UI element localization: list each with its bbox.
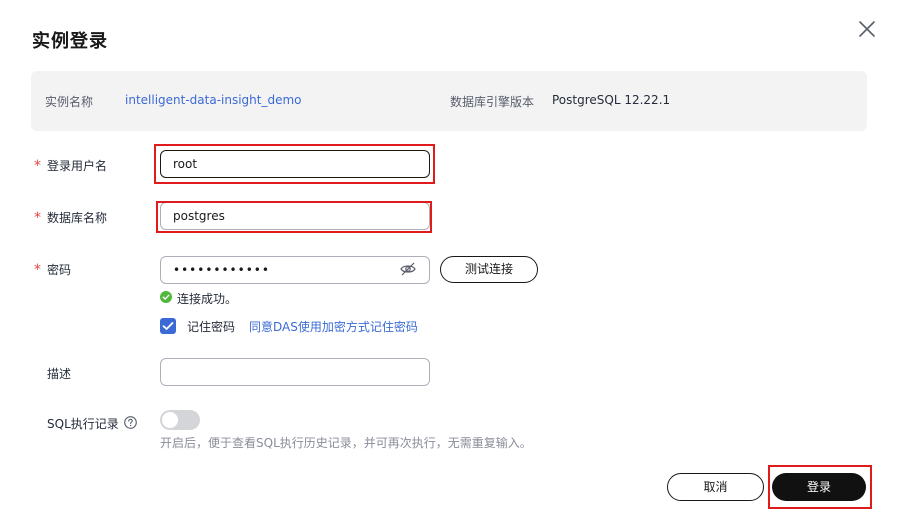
description-input[interactable] xyxy=(160,358,430,386)
test-connection-button[interactable]: 测试连接 xyxy=(440,256,538,283)
cancel-button[interactable]: 取消 xyxy=(667,473,764,501)
checkmark-icon xyxy=(162,322,174,330)
engine-version-label: 数据库引擎版本 xyxy=(450,95,535,109)
description-label: 描述 xyxy=(47,367,72,381)
dialog-title: 实例登录 xyxy=(32,31,108,52)
required-mark: * xyxy=(34,158,41,174)
eye-slash-icon[interactable] xyxy=(400,262,416,276)
sql-record-hint: 开启后，便于查看SQL执行历史记录，并可再次执行，无需重复输入。 xyxy=(160,436,532,450)
question-circle-icon[interactable] xyxy=(124,416,137,429)
login-button[interactable]: 登录 xyxy=(772,473,866,501)
connection-success-message: 连接成功。 xyxy=(177,292,238,306)
toggle-knob xyxy=(162,412,178,428)
check-circle-icon xyxy=(160,291,172,303)
instance-name-label: 实例名称 xyxy=(45,95,94,109)
engine-version-value: PostgreSQL 12.22.1 xyxy=(552,93,671,107)
database-label: 数据库名称 xyxy=(47,211,108,225)
sql-record-label: SQL执行记录 xyxy=(47,417,119,431)
username-label: 登录用户名 xyxy=(47,159,108,173)
login-dialog: 实例登录 实例名称 intelligent-data-insight_demo … xyxy=(0,0,900,531)
required-mark: * xyxy=(34,262,41,278)
database-input[interactable] xyxy=(160,202,430,230)
close-icon[interactable] xyxy=(856,18,878,40)
required-mark: * xyxy=(34,210,41,226)
remember-password-checkbox[interactable] xyxy=(160,318,176,334)
encrypt-password-agreement-link[interactable]: 同意DAS使用加密方式记住密码 xyxy=(249,318,418,335)
password-label: 密码 xyxy=(47,263,72,277)
username-input[interactable] xyxy=(160,150,430,178)
instance-info-panel: 实例名称 intelligent-data-insight_demo 数据库引擎… xyxy=(31,71,867,131)
password-input[interactable] xyxy=(160,256,430,284)
instance-name-value[interactable]: intelligent-data-insight_demo xyxy=(125,93,302,107)
remember-password-label: 记住密码 xyxy=(187,320,236,334)
sql-record-toggle[interactable] xyxy=(160,410,200,430)
